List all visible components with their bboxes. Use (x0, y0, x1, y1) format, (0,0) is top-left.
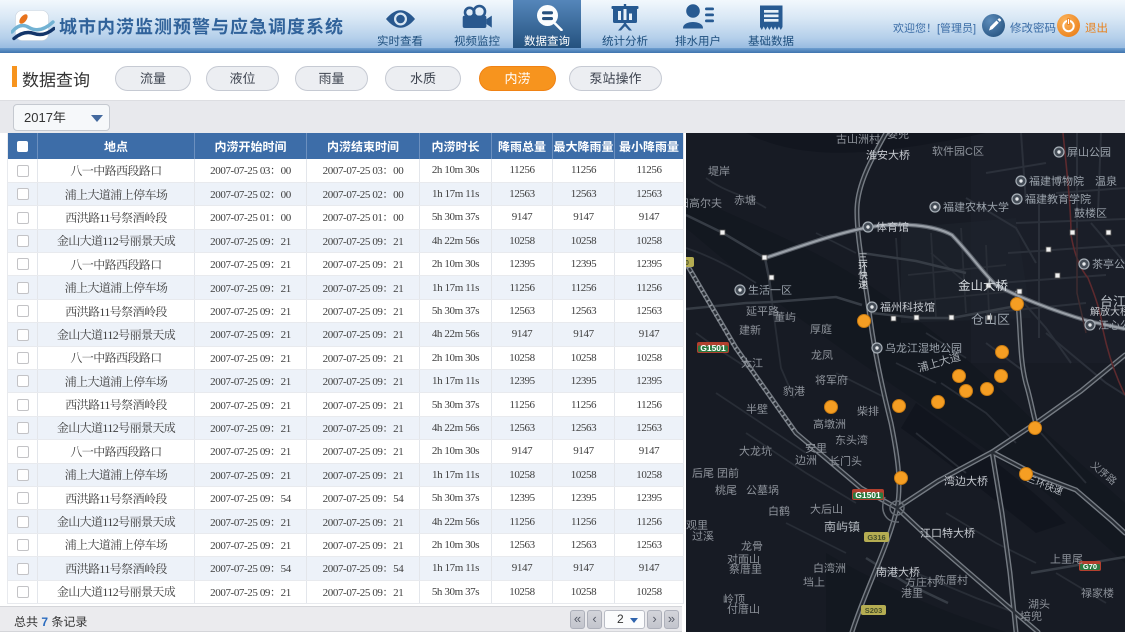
svg-text:垱上: 垱上 (803, 574, 825, 590)
svg-text:白鹤: 白鹤 (768, 503, 790, 519)
svg-text:生活一区: 生活一区 (748, 282, 792, 298)
svg-text:柴排: 柴排 (857, 403, 879, 419)
svg-text:福建教育学院: 福建教育学院 (1025, 191, 1091, 207)
svg-text:付厝山: 付厝山 (727, 601, 760, 617)
svg-text:三环快速: 三环快速 (856, 251, 870, 289)
svg-text:豹港: 豹港 (783, 383, 805, 399)
svg-text:鼓楼区: 鼓楼区 (1074, 205, 1107, 221)
svg-text:桃尾: 桃尾 (715, 482, 737, 498)
svg-text:建新: 建新 (739, 322, 761, 338)
svg-text:阳高尔夫: 阳高尔夫 (686, 195, 722, 211)
svg-text:淮安大桥: 淮安大桥 (866, 147, 910, 163)
svg-text:金山大桥: 金山大桥 (958, 275, 1009, 294)
svg-text:蔡厝里: 蔡厝里 (729, 561, 762, 577)
svg-text:边洲: 边洲 (795, 452, 817, 468)
svg-text:江口特大桥: 江口特大桥 (920, 525, 975, 541)
svg-text:大龙坑: 大龙坑 (739, 443, 772, 459)
svg-text:公墓埚: 公墓埚 (746, 482, 779, 498)
svg-text:G70: G70 (1083, 562, 1097, 571)
svg-text:屏山公园: 屏山公园 (1067, 144, 1111, 160)
svg-text:港里: 港里 (901, 585, 923, 601)
svg-text:后尾: 后尾 (692, 465, 714, 481)
svg-text:堤岸: 堤岸 (708, 163, 730, 179)
svg-text:茶亭公: 茶亭公 (1092, 256, 1125, 272)
svg-text:东头湾: 东头湾 (835, 432, 868, 448)
svg-text:福建博物院: 福建博物院 (1029, 173, 1084, 189)
svg-text:半壁: 半壁 (746, 401, 768, 417)
svg-text:G1501: G1501 (700, 343, 726, 353)
svg-text:高墩洲: 高墩洲 (813, 416, 846, 432)
svg-text:古山洲村: 古山洲村 (836, 133, 880, 147)
svg-text:南港大桥: 南港大桥 (876, 564, 920, 580)
svg-text:将军府: 将军府 (815, 372, 848, 388)
svg-text:过溪: 过溪 (692, 528, 714, 544)
svg-text:龙凤: 龙凤 (811, 347, 833, 363)
svg-text:囝前: 囝前 (717, 465, 739, 481)
svg-text:G316: G316 (867, 533, 885, 542)
svg-text:培兜: 培兜 (1020, 608, 1042, 624)
svg-text:福州科技馆: 福州科技馆 (880, 299, 935, 315)
svg-text:陈厝村: 陈厝村 (935, 572, 968, 588)
svg-text:0: 0 (686, 260, 689, 267)
svg-text:仓山区: 仓山区 (971, 309, 1010, 328)
svg-text:大江: 大江 (741, 355, 763, 371)
svg-text:娄兜: 娄兜 (887, 133, 909, 142)
svg-text:温泉: 温泉 (1095, 173, 1117, 189)
svg-text:解放大桥: 解放大桥 (1090, 303, 1125, 318)
svg-text:S203: S203 (865, 606, 883, 615)
svg-text:G1501: G1501 (855, 490, 881, 500)
svg-text:江心公园: 江心公园 (1098, 317, 1125, 333)
svg-text:福建农林大学: 福建农林大学 (943, 199, 1009, 215)
svg-text:长门头: 长门头 (829, 453, 862, 469)
svg-text:禄家楼: 禄家楼 (1081, 585, 1114, 601)
svg-text:南屿镇: 南屿镇 (824, 518, 860, 535)
svg-text:体育馆: 体育馆 (876, 219, 909, 235)
svg-text:赤塘: 赤塘 (734, 192, 756, 208)
svg-text:乌龙江湿地公园: 乌龙江湿地公园 (885, 340, 962, 356)
svg-text:大后山: 大后山 (810, 501, 843, 517)
svg-text:湾边大桥: 湾边大桥 (944, 473, 988, 489)
svg-text:董屿: 董屿 (774, 309, 796, 325)
svg-text:上里尾: 上里尾 (1050, 551, 1083, 567)
svg-text:软件园C区: 软件园C区 (932, 143, 984, 159)
svg-text:厚庭: 厚庭 (810, 321, 832, 337)
